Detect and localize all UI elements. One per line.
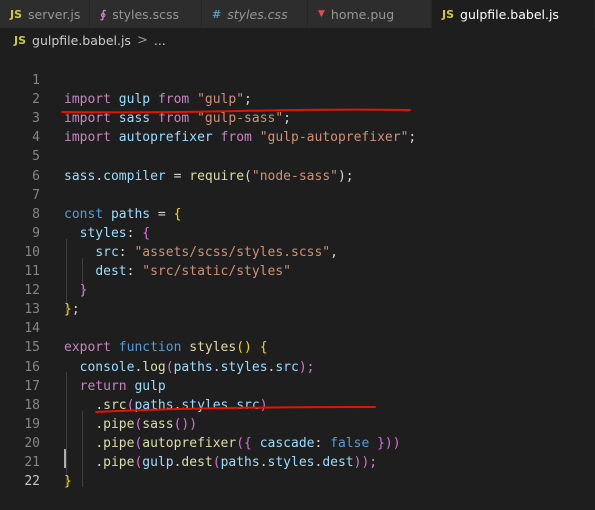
line-number: 22	[24, 474, 40, 490]
tab-gulpfile-babel-js[interactable]: JS gulpfile.babel.js	[432, 0, 595, 28]
code-line: 16 return gulp	[0, 339, 595, 394]
code-line: 6	[0, 148, 595, 184]
tab-label: gulpfile.babel.js	[460, 6, 559, 22]
code-line: 12 };	[0, 262, 595, 317]
code-line: 4	[0, 109, 595, 145]
chevron-right-icon: >	[136, 32, 148, 48]
pug-file-icon: ▼	[318, 9, 325, 19]
code-line: 11 }	[0, 243, 595, 298]
editor-tab-bar: JS server.js ∮ styles.scss # styles.css …	[0, 0, 595, 28]
code-line: 1 import gulp from "gulp";	[0, 52, 595, 107]
code-line: 15 console.log(paths.styles.src);	[0, 319, 595, 374]
code-editor[interactable]: 1 import gulp from "gulp"; 2 import sass…	[0, 52, 595, 489]
code-line: 14 export function styles() {	[0, 300, 595, 355]
javascript-file-icon: JS	[442, 7, 455, 21]
css-file-icon: #	[212, 7, 222, 21]
code-line: 7 const paths = {	[0, 167, 595, 222]
code-line: 13	[0, 281, 595, 317]
breadcrumb: JS gulpfile.babel.js > ...	[0, 28, 595, 52]
breadcrumb-more[interactable]: ...	[154, 33, 166, 48]
breadcrumb-file[interactable]: gulpfile.babel.js	[32, 33, 131, 48]
code-line: 10 dest: "src/static/styles"	[0, 224, 595, 279]
javascript-file-icon: JS	[14, 33, 27, 47]
tab-styles-css[interactable]: # styles.css	[202, 0, 308, 28]
code-line: 21 }	[0, 434, 595, 489]
code-line: 2 import sass from "gulp-sass";	[0, 71, 595, 126]
code-token: }	[64, 474, 72, 490]
tab-label: styles.css	[227, 6, 288, 22]
tab-label: home.pug	[330, 6, 395, 22]
tab-label: styles.scss	[112, 6, 180, 22]
code-line: 18 .pipe(sass())	[0, 377, 595, 432]
code-line: 8 styles: {	[0, 186, 595, 241]
javascript-file-icon: JS	[10, 7, 23, 21]
tab-home-pug[interactable]: ▼ home.pug	[308, 0, 432, 28]
code-line: 20 .pipe(gulp.dest(paths.styles.dest));	[0, 415, 595, 470]
tab-server-js[interactable]: JS server.js	[0, 0, 90, 28]
code-line: 3 import autoprefixer from "gulp-autopre…	[0, 90, 595, 145]
code-line: 17 .src(paths.styles.src)	[0, 358, 595, 413]
code-line: 19 .pipe(autoprefixer({ cascade: false }…	[0, 396, 595, 451]
tab-styles-scss[interactable]: ∮ styles.scss	[90, 0, 202, 28]
code-line-current: 22	[0, 453, 595, 489]
tab-label: server.js	[28, 6, 81, 22]
text-cursor	[64, 449, 66, 468]
scss-file-icon: ∮	[100, 7, 107, 21]
code-line: 5 sass.compiler = require("node-sass");	[0, 128, 595, 183]
code-line: 9 src: "assets/scss/styles.scss",	[0, 205, 595, 260]
